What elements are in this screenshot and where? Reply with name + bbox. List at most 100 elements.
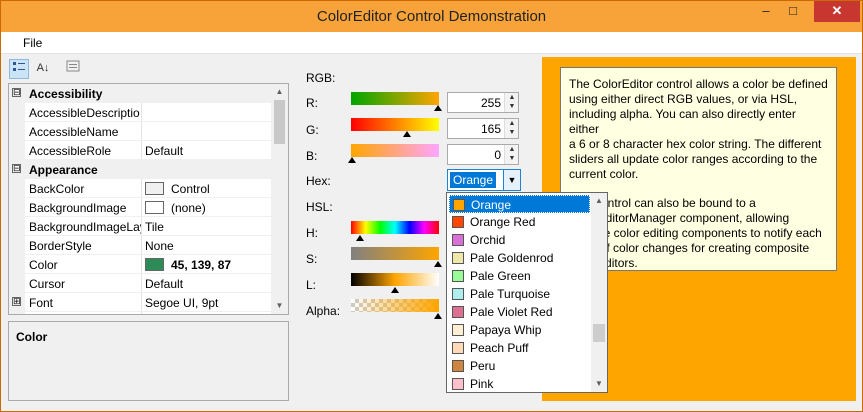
grid-row[interactable]: BackColor Control [9,179,271,198]
dropdown-scrollbar[interactable]: ▲ ▼ [591,193,607,392]
s-slider[interactable] [351,247,439,260]
property-pages-icon[interactable] [63,59,83,79]
property-value[interactable]: Default [145,144,183,158]
menu-file[interactable]: File [23,36,42,50]
b-value[interactable]: 0 [494,148,501,162]
property-value[interactable]: 45, 139, 87 [171,258,231,272]
g-spin-buttons: ▲ ▼ [504,119,518,138]
property-toolbar: A↓ [7,57,287,81]
spin-up-icon[interactable]: ▲ [505,145,519,154]
b-slider-thumb[interactable] [348,157,356,163]
collapse-icon[interactable]: ⊟ [12,88,21,97]
dropdown-item[interactable]: Pink [449,375,590,393]
h-label: H: [306,226,318,240]
color-swatch [452,288,464,300]
dropdown-item[interactable]: Pale Violet Red [449,303,590,321]
r-value[interactable]: 255 [481,96,501,110]
property-name: BackgroundImage [29,201,127,215]
property-value[interactable]: Control [171,182,210,196]
grid-row[interactable]: BackgroundImageLay Tile [9,217,271,236]
scroll-down-icon[interactable]: ▼ [271,298,288,314]
grid-row[interactable]: BackgroundImage (none) [9,198,271,217]
r-spinbox[interactable]: 255 ▲ ▼ [447,92,519,113]
grid-row[interactable]: AccessibleName [9,122,271,141]
dropdown-item[interactable]: Peru [449,357,590,375]
r-slider-thumb[interactable] [434,105,442,111]
dropdown-item[interactable]: Orchid [449,231,590,249]
chevron-down-icon[interactable]: ▼ [503,170,520,190]
b-slider[interactable] [351,144,439,157]
rgb-label: RGB: [306,71,336,85]
g-slider-thumb[interactable] [403,131,411,137]
spin-up-icon[interactable]: ▲ [505,119,519,128]
dropdown-item[interactable]: Peach Puff [449,339,590,357]
scroll-thumb[interactable] [593,324,605,342]
color-swatch [452,306,464,318]
dropdown-item-label: Pink [470,377,494,391]
sort-alpha-icon[interactable]: A↓ [33,59,53,79]
property-grid[interactable]: ▲ ▼ ⊟ Accessibility AccessibleDescriptio Ac… [8,83,289,315]
b-spinbox[interactable]: 0 ▲ ▼ [447,144,519,165]
maximize-button[interactable]: □ [780,1,806,22]
color-swatch [145,258,164,271]
scroll-down-icon[interactable]: ▼ [591,376,607,392]
hex-combobox[interactable]: Orange ▼ [447,169,521,191]
g-value[interactable]: 165 [481,122,501,136]
grid-row[interactable]: AccessibleRole Default [9,141,271,160]
spin-down-icon[interactable]: ▼ [505,154,519,163]
dropdown-item[interactable]: Papaya Whip [449,321,590,339]
column-divider [141,103,142,122]
property-value[interactable]: (none) [171,201,206,215]
grid-category[interactable]: ⊟ Accessibility [9,84,271,103]
grid-row[interactable]: ForeColorControlText [9,312,271,314]
column-divider [141,293,142,312]
grid-row[interactable]: AccessibleDescriptio [9,103,271,122]
window-title: ColorEditor Control Demonstration [316,8,547,25]
h-slider-thumb[interactable] [356,235,364,241]
l-slider-thumb[interactable] [391,287,399,293]
hex-value[interactable]: Orange [450,172,496,188]
property-name: BackColor [29,182,85,196]
grid-row[interactable]: Color 45, 139, 87 [9,255,271,274]
property-name: Color [29,258,58,272]
dropdown-item[interactable]: Pale Green [449,267,590,285]
categorized-icon[interactable] [9,59,29,79]
dropdown-item[interactable]: Orange [449,195,590,213]
collapse-icon[interactable]: ⊟ [12,164,21,173]
dropdown-item-label: Orange [471,198,512,212]
scroll-thumb[interactable] [274,100,285,144]
grid-row[interactable]: ⊞ Font Segoe UI, 9pt [9,293,271,312]
scroll-up-icon[interactable]: ▲ [591,193,607,209]
expand-icon[interactable]: ⊞ [12,297,21,306]
dropdown-item[interactable]: Pale Goldenrod [449,249,590,267]
r-spin-buttons: ▲ ▼ [504,93,518,112]
r-slider[interactable] [351,92,439,105]
property-value[interactable]: Segoe UI, 9pt [145,296,218,310]
alpha-slider-thumb[interactable] [434,313,442,319]
g-spinbox[interactable]: 165 ▲ ▼ [447,118,519,139]
alpha-slider[interactable] [351,299,439,312]
s-slider-thumb[interactable] [434,261,442,267]
spin-down-icon[interactable]: ▼ [505,102,519,111]
grid-row[interactable]: BorderStyle None [9,236,271,255]
l-slider[interactable] [351,273,439,286]
hex-dropdown-list[interactable]: ▲ ▼ Orange Orange Red Orchid Pale Goldenrod… [446,192,608,393]
grid-category[interactable]: ⊟ Appearance [9,160,271,179]
spin-down-icon[interactable]: ▼ [505,128,519,137]
property-name: BackgroundImageLay [29,220,141,234]
scroll-up-icon[interactable]: ▲ [271,84,288,100]
property-value[interactable]: Default [145,277,183,291]
h-slider[interactable] [351,221,439,234]
dropdown-item[interactable]: Orange Red [449,213,590,231]
dropdown-item[interactable]: Pale Turquoise [449,285,590,303]
g-slider[interactable] [351,118,439,131]
spin-up-icon[interactable]: ▲ [505,93,519,102]
b-spin-buttons: ▲ ▼ [504,145,518,164]
close-button[interactable]: ✕ [814,1,860,22]
property-name: AccessibleDescriptio [29,106,140,120]
grid-scrollbar[interactable]: ▲ ▼ [271,84,288,314]
property-value[interactable]: Tile [145,220,164,234]
grid-row[interactable]: Cursor Default [9,274,271,293]
property-value[interactable]: None [145,239,174,253]
minimize-button[interactable]: – [753,1,779,22]
